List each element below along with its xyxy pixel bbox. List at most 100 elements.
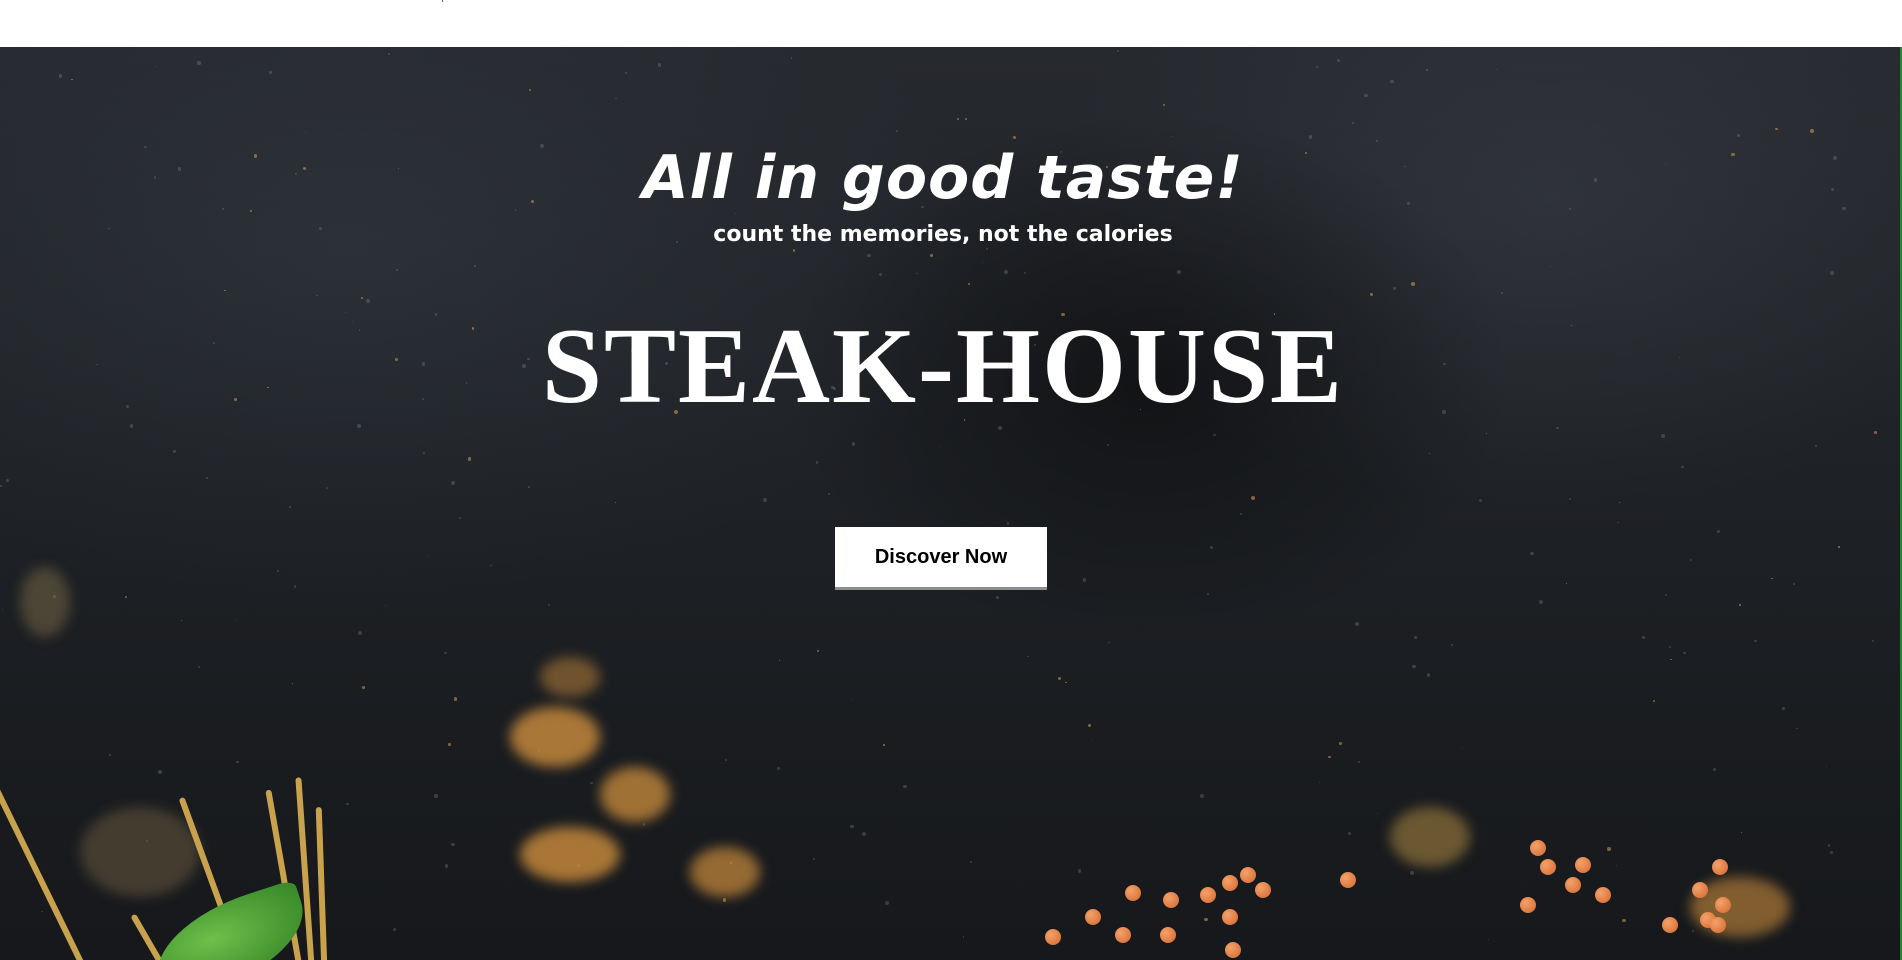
texture-speck [962,936,965,938]
texture-speck [867,253,871,258]
texture-speck [1023,271,1027,275]
texture-speck [1661,433,1665,438]
texture-speck [1740,832,1743,834]
texture-speck [1565,582,1568,585]
texture-speck [1793,583,1796,585]
texture-speck [722,898,727,903]
texture-speck [850,824,855,829]
texture-speck [724,758,727,761]
texture-speck [851,442,856,446]
texture-speck [236,620,238,622]
texture-speck [1318,781,1321,784]
texture-speck [998,426,1002,431]
texture-speck [1622,918,1626,922]
texture-speck [1004,270,1008,274]
texture-speck [224,289,226,292]
texture-speck [1163,103,1166,106]
texture-speck [1739,604,1741,606]
texture-speck [1393,287,1397,291]
texture-speck [1568,497,1572,500]
texture-speck [316,295,318,297]
texture-speck [1240,512,1243,516]
texture-speck [58,74,63,78]
texture-speck [1838,546,1840,548]
texture-speck [395,268,398,271]
texture-speck [1716,530,1721,534]
texture-speck [1210,546,1214,550]
texture-speck [0,485,2,487]
texture-speck [1058,676,1062,680]
texture-speck [1530,551,1534,555]
texture-speck [1410,870,1415,875]
texture-speck [916,272,918,275]
texture-speck [1681,465,1684,469]
texture-speck [444,651,447,655]
texture-speck [642,823,646,826]
texture-speck [361,297,363,299]
texture-speck [1352,121,1355,124]
texture-speck [903,784,907,789]
texture-speck [1556,426,1559,430]
texture-speck [1827,844,1831,847]
texture-speck [776,766,781,770]
texture-speck [1500,292,1503,295]
texture-speck [1617,521,1619,524]
texture-speck [1683,651,1686,655]
texture-speck [1829,851,1834,855]
texture-speck [1485,432,1487,434]
texture-speck [1308,135,1313,139]
texture-speck [1539,599,1544,604]
texture-speck [473,265,476,268]
texture-speck [1411,281,1415,286]
texture-speck [1200,793,1205,798]
texture-speck [1754,639,1757,643]
navbar-marker [442,0,443,2]
texture-speck [828,493,831,496]
texture-speck [1830,271,1834,275]
texture-speck [624,71,628,75]
discover-now-button[interactable]: Discover Now [835,527,1047,590]
texture-speck [293,585,297,588]
texture-speck [1328,755,1331,759]
texture-speck [490,564,492,567]
texture-speck [291,683,293,685]
texture-speck [181,620,183,622]
texture-speck [896,130,898,133]
texture-speck [71,78,73,81]
texture-speck [1668,646,1671,649]
texture-speck [1618,501,1621,503]
texture-speck [1872,639,1875,643]
texture-speck [1607,847,1612,851]
texture-speck [206,477,209,480]
texture-speck [1414,635,1418,639]
texture-speck [1616,865,1618,867]
texture-speck [1376,139,1378,142]
texture-speck [817,650,820,653]
texture-speck [1364,93,1368,98]
texture-speck [428,556,430,558]
texture-speck [791,57,793,59]
texture-speck [615,98,617,100]
texture-speck [269,70,273,74]
texture-speck [1782,707,1785,710]
texture-speck [1825,765,1827,768]
texture-speck [1461,746,1463,748]
texture-speck [1652,699,1655,702]
texture-speck [451,480,455,485]
texture-speck [528,88,531,92]
texture-speck [1795,727,1798,730]
texture-speck [930,253,934,258]
texture-speck [1478,499,1483,503]
texture-speck [657,63,662,67]
texture-speck [434,794,438,799]
texture-speck [358,630,363,635]
texture-speck [1641,635,1646,640]
texture-speck [1429,453,1431,455]
texture-speck [392,928,396,932]
texture-speck [453,697,458,702]
texture-speck [1691,929,1695,933]
texture-speck [1339,741,1343,745]
texture-speck [1,608,4,611]
texture-speck [125,595,128,598]
texture-speck [1204,917,1209,922]
